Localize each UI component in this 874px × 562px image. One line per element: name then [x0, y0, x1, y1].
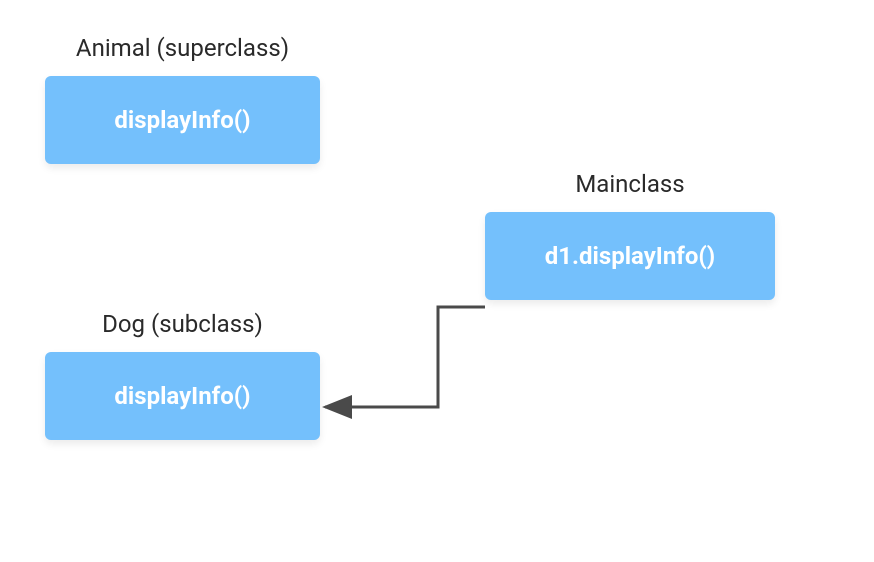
main-method-box: d1.displayInfo() [485, 212, 775, 300]
dog-method-box: displayInfo() [45, 352, 320, 440]
dog-label: Dog (subclass) [45, 310, 320, 338]
mainclass-block: Mainclass d1.displayInfo() [485, 170, 775, 300]
animal-superclass-block: Animal (superclass) displayInfo() [45, 34, 320, 164]
animal-label: Animal (superclass) [45, 34, 320, 62]
dog-subclass-block: Dog (subclass) displayInfo() [45, 310, 320, 440]
animal-method-box: displayInfo() [45, 76, 320, 164]
main-label: Mainclass [485, 170, 775, 198]
